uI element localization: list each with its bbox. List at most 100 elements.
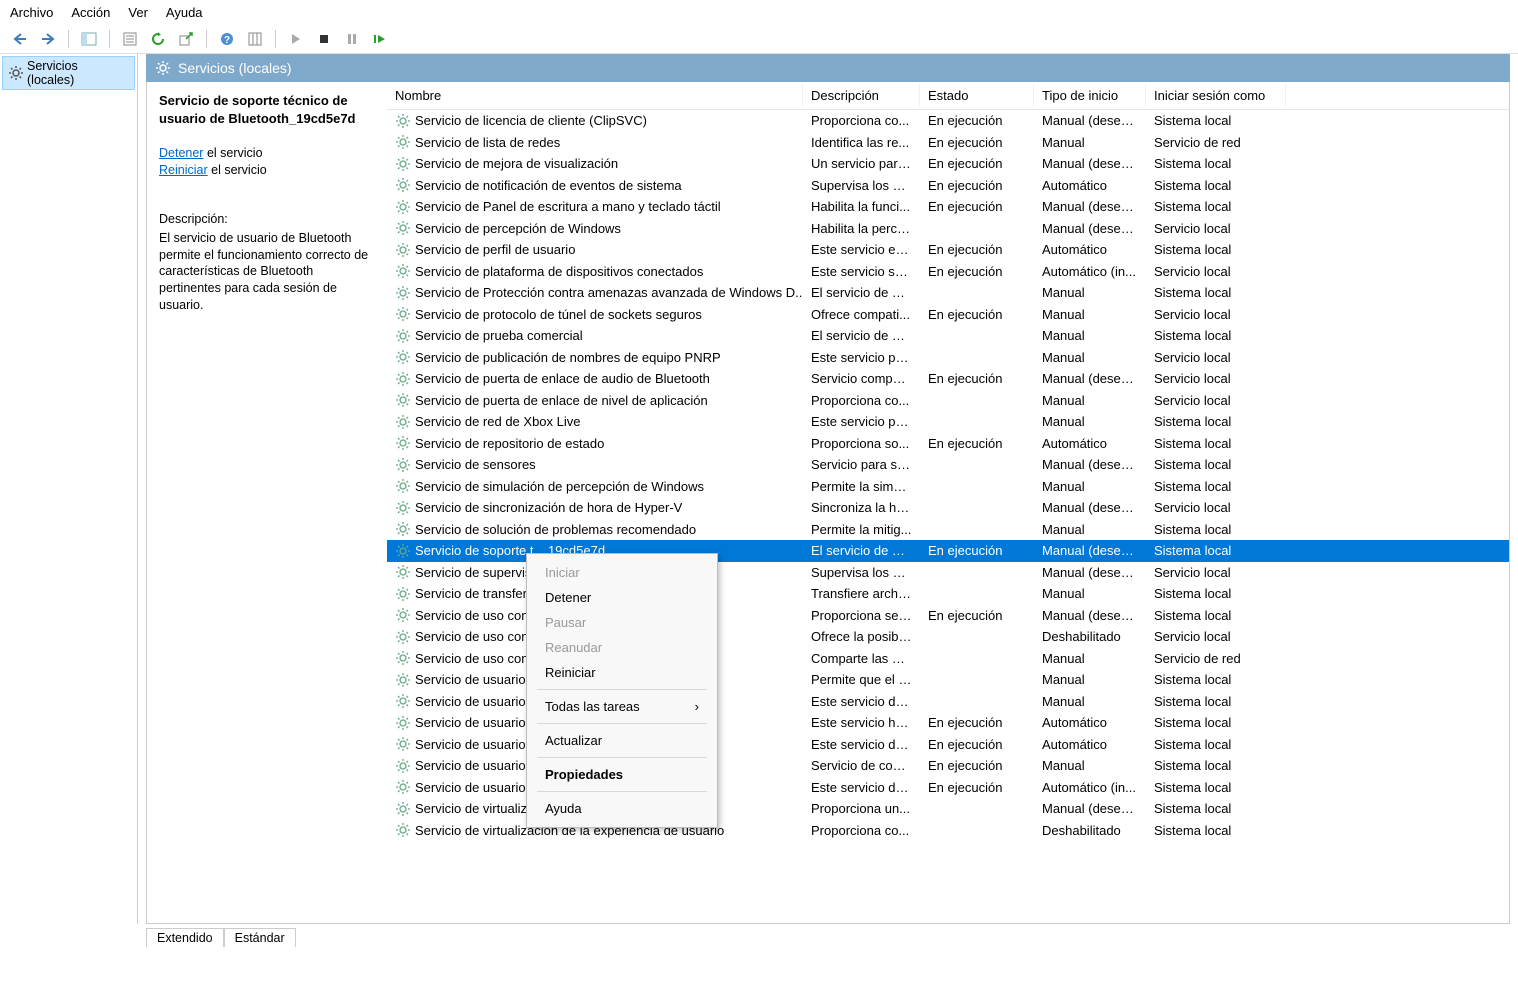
gear-icon — [395, 392, 411, 408]
service-name: Servicio de usuario — [415, 758, 526, 773]
service-row[interactable]: Servicio de Panel de escritura a mano y … — [387, 196, 1509, 218]
service-name: Servicio de sensores — [415, 457, 536, 472]
menu-view[interactable]: Ver — [128, 5, 148, 20]
service-logon: Sistema local — [1146, 436, 1286, 451]
gear-icon — [395, 736, 411, 752]
service-row[interactable]: Servicio de puerta de enlace de audio de… — [387, 368, 1509, 390]
service-desc: Supervisa los di... — [803, 565, 920, 580]
forward-icon[interactable] — [36, 28, 60, 50]
tab-standard[interactable]: Estándar — [224, 928, 296, 947]
main-panel: Servicios (locales) Servicio de soporte … — [138, 54, 1518, 924]
service-state: En ejecución — [920, 242, 1034, 257]
show-pane-icon[interactable] — [77, 28, 101, 50]
refresh-icon[interactable] — [146, 28, 170, 50]
ctx-help[interactable]: Ayuda — [527, 796, 717, 821]
tree-root-services[interactable]: Servicios (locales) — [2, 56, 135, 90]
stop-icon[interactable] — [312, 28, 336, 50]
gear-icon — [395, 586, 411, 602]
menu-file[interactable]: Archivo — [10, 5, 53, 20]
service-row[interactable]: Servicio de puerta de enlace de nivel de… — [387, 390, 1509, 412]
export-icon[interactable] — [174, 28, 198, 50]
gear-icon — [395, 134, 411, 150]
service-name: Servicio de uso con — [415, 608, 528, 623]
service-desc: Permite que el s... — [803, 672, 920, 687]
service-row[interactable]: Servicio de notificación de eventos de s… — [387, 175, 1509, 197]
gear-icon — [395, 672, 411, 688]
tab-extended[interactable]: Extendido — [146, 928, 224, 947]
service-row[interactable]: Servicio de lista de redesIdentifica las… — [387, 132, 1509, 154]
menu-action[interactable]: Acción — [71, 5, 110, 20]
col-start[interactable]: Tipo de inicio — [1034, 84, 1146, 107]
service-row[interactable]: Servicio de protocolo de túnel de socket… — [387, 304, 1509, 326]
restart-icon[interactable] — [368, 28, 392, 50]
restart-link[interactable]: Reiniciar — [159, 163, 208, 177]
service-row[interactable]: Servicio de sensores Servicio para se... M… — [387, 454, 1509, 476]
col-state[interactable]: Estado — [920, 84, 1034, 107]
service-desc: Identifica las re... — [803, 135, 920, 150]
service-logon: Sistema local — [1146, 178, 1286, 193]
service-desc: El servicio de Pr... — [803, 285, 920, 300]
col-desc[interactable]: Descripción — [803, 84, 920, 107]
ctx-all-tasks[interactable]: Todas las tareas› — [527, 694, 717, 719]
menu-help[interactable]: Ayuda — [166, 5, 203, 20]
ctx-refresh[interactable]: Actualizar — [527, 728, 717, 753]
gear-icon — [395, 199, 411, 215]
gear-icon — [395, 521, 411, 537]
service-desc: Un servicio para... — [803, 156, 920, 171]
service-row[interactable]: Servicio de solución de problemas recome… — [387, 519, 1509, 541]
service-logon: Sistema local — [1146, 242, 1286, 257]
service-start: Manual — [1034, 307, 1146, 322]
service-row[interactable]: Servicio de sincronización de hora de Hy… — [387, 497, 1509, 519]
gear-icon — [395, 650, 411, 666]
columns-icon[interactable] — [243, 28, 267, 50]
service-name: Servicio de perfil de usuario — [415, 242, 575, 257]
service-row[interactable]: Servicio de plataforma de dispositivos c… — [387, 261, 1509, 283]
col-logon[interactable]: Iniciar sesión como — [1146, 84, 1286, 107]
separator — [275, 30, 276, 48]
service-logon: Servicio local — [1146, 565, 1286, 580]
service-start: Automático — [1034, 178, 1146, 193]
service-row[interactable]: Servicio de perfil de usuarioEste servic… — [387, 239, 1509, 261]
gear-icon — [395, 220, 411, 236]
help-icon[interactable]: ? — [215, 28, 239, 50]
ctx-stop[interactable]: Detener — [527, 585, 717, 610]
service-state: En ejecución — [920, 156, 1034, 171]
gear-icon — [395, 242, 411, 258]
service-start: Automático — [1034, 737, 1146, 752]
service-desc: Servicio para se... — [803, 457, 920, 472]
service-logon: Sistema local — [1146, 758, 1286, 773]
service-row[interactable]: Servicio de prueba comercialEl servicio … — [387, 325, 1509, 347]
pause-icon[interactable] — [340, 28, 364, 50]
service-row[interactable]: Servicio de percepción de WindowsHabilit… — [387, 218, 1509, 240]
service-row[interactable]: Servicio de Protección contra amenazas a… — [387, 282, 1509, 304]
service-name: Servicio de protocolo de túnel de socket… — [415, 307, 702, 322]
service-row[interactable]: Servicio de simulación de percepción de … — [387, 476, 1509, 498]
back-icon[interactable] — [8, 28, 32, 50]
service-desc: Este servicio de ... — [803, 780, 920, 795]
ctx-properties[interactable]: Propiedades — [527, 762, 717, 787]
service-row[interactable]: Servicio de mejora de visualizaciónUn se… — [387, 153, 1509, 175]
service-row[interactable]: Servicio de repositorio de estadoProporc… — [387, 433, 1509, 455]
service-name: Servicio de prueba comercial — [415, 328, 583, 343]
service-row[interactable]: Servicio de publicación de nombres de eq… — [387, 347, 1509, 369]
col-name[interactable]: Nombre — [387, 84, 803, 107]
service-name: Servicio de solución de problemas recome… — [415, 522, 696, 537]
service-state: En ejecución — [920, 780, 1034, 795]
service-start: Manual (desen... — [1034, 457, 1146, 472]
service-start: Automático — [1034, 242, 1146, 257]
service-state: En ejecución — [920, 543, 1034, 558]
gear-icon — [395, 801, 411, 817]
properties-icon[interactable] — [118, 28, 142, 50]
service-row[interactable]: Servicio de licencia de cliente (ClipSVC… — [387, 110, 1509, 132]
service-row[interactable]: Servicio de red de Xbox LiveEste servici… — [387, 411, 1509, 433]
service-logon: Sistema local — [1146, 457, 1286, 472]
stop-link[interactable]: Detener — [159, 146, 203, 160]
ctx-restart[interactable]: Reiniciar — [527, 660, 717, 685]
play-icon[interactable] — [284, 28, 308, 50]
service-start: Manual — [1034, 479, 1146, 494]
service-logon: Servicio local — [1146, 393, 1286, 408]
service-start: Manual (desen... — [1034, 371, 1146, 386]
service-start: Manual — [1034, 694, 1146, 709]
service-name: Servicio de publicación de nombres de eq… — [415, 350, 721, 365]
service-state: En ejecución — [920, 737, 1034, 752]
